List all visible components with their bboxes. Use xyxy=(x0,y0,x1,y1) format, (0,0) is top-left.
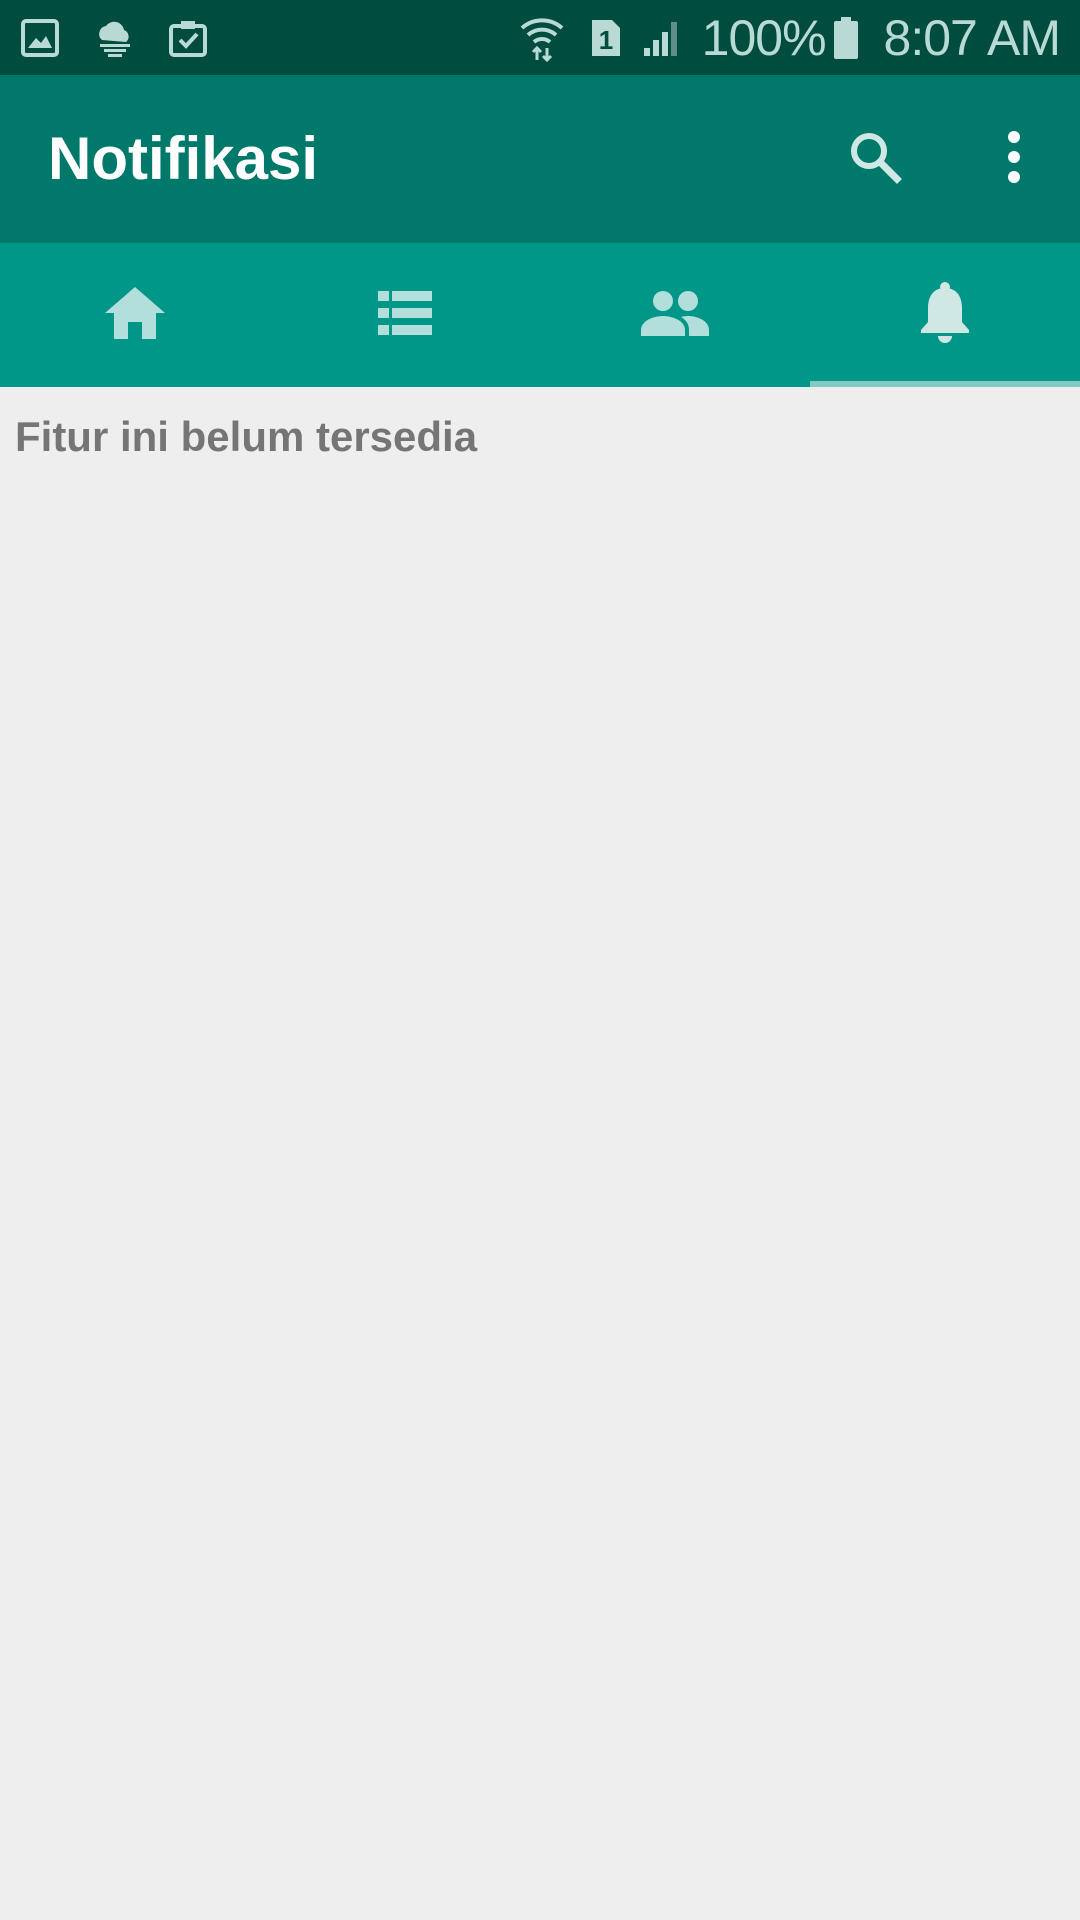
tab-list[interactable] xyxy=(270,243,540,387)
battery-icon xyxy=(832,16,860,60)
svg-text:1: 1 xyxy=(598,25,612,55)
gallery-icon xyxy=(20,18,60,58)
search-button[interactable] xyxy=(825,109,925,209)
app-toolbar: Notifikasi xyxy=(0,75,1080,243)
status-bar: 1 100% 8:07 AM xyxy=(0,0,1080,75)
wifi-icon xyxy=(520,14,564,62)
battery-percentage: 100% xyxy=(701,10,827,66)
list-icon xyxy=(378,289,432,342)
clipboard-check-icon xyxy=(168,18,208,58)
status-time: 8:07 AM xyxy=(883,10,1061,66)
tab-home[interactable] xyxy=(0,243,270,387)
status-system-icons: 1 100% 8:07 AM xyxy=(520,10,1061,66)
content-area: Fitur ini belum tersedia xyxy=(0,387,1080,1920)
people-icon xyxy=(641,290,709,341)
page-title: Notifikasi xyxy=(48,125,319,192)
sim-1-icon: 1 xyxy=(590,18,622,58)
tab-people[interactable] xyxy=(540,243,810,387)
more-vert-icon xyxy=(1004,129,1024,190)
more-options-button[interactable] xyxy=(964,109,1064,209)
home-icon xyxy=(103,285,167,346)
status-notification-icons xyxy=(20,16,208,60)
empty-state-message: Fitur ini belum tersedia xyxy=(15,413,478,460)
bell-icon xyxy=(919,281,971,349)
tab-bar xyxy=(0,243,1080,387)
tab-notifications[interactable] xyxy=(810,243,1080,387)
screen: 1 100% 8:07 AM Notifikasi Fitur ini belu… xyxy=(0,0,1080,1920)
cloud-icon xyxy=(92,18,136,58)
search-icon xyxy=(847,129,903,190)
signal-icon xyxy=(642,18,684,58)
